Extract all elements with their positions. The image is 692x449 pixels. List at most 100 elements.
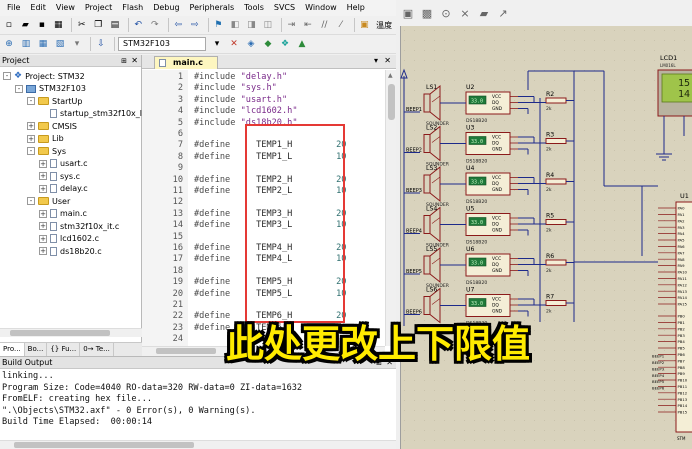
target-options-icon[interactable]: ✕: [227, 37, 241, 51]
tree-item[interactable]: - ❖ Project: STM32: [3, 70, 85, 82]
zoom-fit-icon[interactable]: ▩: [419, 5, 435, 21]
bookmark-prev-icon[interactable]: ◧: [228, 18, 242, 32]
tree-item[interactable]: + CMSIS: [27, 120, 77, 132]
tree-item[interactable]: + stm32f10x_it.c: [39, 220, 119, 232]
tree-item[interactable]: + delay.c: [39, 183, 88, 195]
menu-window[interactable]: Window: [300, 0, 342, 16]
build-hscroll[interactable]: [0, 440, 396, 449]
expand-icon[interactable]: +: [27, 134, 35, 143]
mcu-pin-label: PA7: [678, 250, 686, 255]
tree-item[interactable]: - STM32F103: [15, 83, 86, 95]
zoom-area-icon[interactable]: ▣: [400, 5, 416, 21]
panel-tab[interactable]: 0→ Te...: [80, 343, 114, 356]
find-in-files-icon[interactable]: ▣: [358, 18, 372, 32]
collapse-icon[interactable]: -: [27, 97, 35, 105]
stop-build-icon[interactable]: ▾: [70, 37, 84, 51]
save-all-icon[interactable]: ▦: [52, 18, 66, 32]
tree-item[interactable]: - User: [27, 195, 70, 207]
tree-item[interactable]: + Lib: [27, 133, 64, 145]
manage-components-icon[interactable]: ◆: [261, 37, 275, 51]
menu-debug[interactable]: Debug: [148, 0, 184, 16]
nav-forward-icon[interactable]: ⇨: [188, 18, 202, 32]
bookmark-icon[interactable]: ⚑: [212, 18, 226, 32]
close-icon[interactable]: ✕: [131, 55, 138, 67]
save-icon[interactable]: ▪: [35, 18, 49, 32]
build-icon[interactable]: ▥: [19, 37, 33, 51]
tree-item[interactable]: + lcd1602.c: [39, 233, 99, 245]
expand-icon[interactable]: +: [39, 172, 47, 180]
menu-svcs[interactable]: SVCS: [269, 0, 300, 16]
search-parts-icon[interactable]: ⊙: [438, 5, 454, 21]
undo-icon[interactable]: ↶: [132, 18, 146, 32]
menu-tools[interactable]: Tools: [239, 0, 269, 16]
wire-autorouter-icon[interactable]: ⨯: [457, 5, 473, 21]
editor-vscroll-thumb[interactable]: [388, 84, 395, 120]
expand-icon[interactable]: +: [39, 209, 47, 218]
tree-item[interactable]: startup_stm32f10x_l: [39, 108, 142, 120]
batch-build-icon[interactable]: ▧: [53, 37, 67, 51]
panel-tab[interactable]: Bo...: [25, 343, 48, 356]
schematic-canvas[interactable]: BEEP1LS1SOUNDERU233.0VCCDQGNDDS18B20R22k…: [396, 26, 692, 449]
tree-item[interactable]: + usart.c: [39, 158, 88, 170]
uncomment-icon[interactable]: ⁄: [334, 18, 348, 32]
target-dropdown-icon[interactable]: ▾: [210, 37, 224, 51]
expand-icon[interactable]: +: [39, 247, 47, 255]
unindent-icon[interactable]: ⇤: [301, 18, 315, 32]
collapse-icon[interactable]: -: [3, 72, 11, 80]
tab-list-icon[interactable]: ▾: [374, 56, 378, 65]
open-folder-icon[interactable]: ▰: [19, 18, 33, 32]
new-file-icon[interactable]: ▫: [2, 18, 16, 32]
menu-help[interactable]: Help: [342, 0, 370, 16]
rebuild-icon[interactable]: ▦: [36, 37, 50, 51]
tree-item[interactable]: + main.c: [39, 208, 87, 220]
download-icon[interactable]: ⇩: [94, 37, 108, 51]
menu-flash[interactable]: Flash: [117, 0, 148, 16]
expand-icon[interactable]: +: [39, 159, 47, 168]
comment-icon[interactable]: //: [318, 18, 332, 32]
expand-icon[interactable]: +: [39, 234, 47, 243]
tree-item[interactable]: + ds18b20.c: [39, 245, 102, 257]
panel-tab[interactable]: {} Fu...: [47, 343, 81, 356]
pack-installer-icon[interactable]: ❖: [278, 37, 292, 51]
target-select[interactable]: STM32F103: [118, 37, 206, 51]
menu-project[interactable]: Project: [80, 0, 117, 16]
file-extensions-icon[interactable]: ◈: [244, 37, 258, 51]
menu-view[interactable]: View: [51, 0, 80, 16]
pin-icon[interactable]: ⊞: [121, 55, 127, 67]
copy-icon[interactable]: ❐: [92, 18, 106, 32]
property-assign-icon[interactable]: ▰: [476, 5, 492, 21]
menu-file[interactable]: File: [2, 0, 25, 16]
collapse-icon[interactable]: -: [27, 147, 35, 155]
project-hscroll[interactable]: [0, 328, 142, 337]
tree-item[interactable]: - StartUp: [27, 95, 82, 107]
tree-item[interactable]: - Sys: [27, 145, 66, 157]
grid-dot: [464, 50, 465, 51]
bookmark-next-icon[interactable]: ◨: [245, 18, 259, 32]
tree-item[interactable]: + sys.c: [39, 170, 80, 182]
editor-vscroll[interactable]: ▲: [385, 70, 396, 346]
tab-label: main.c: [173, 58, 203, 67]
cut-icon[interactable]: ✂: [75, 18, 89, 32]
bookmark-clear-icon[interactable]: ◫: [261, 18, 275, 32]
panel-tab[interactable]: Pro...: [0, 343, 25, 356]
grid-dot: [424, 440, 425, 441]
tool-icon[interactable]: ↗: [495, 5, 511, 21]
paste-icon[interactable]: ▤: [108, 18, 122, 32]
redo-icon[interactable]: ↷: [148, 18, 162, 32]
menu-peripherals[interactable]: Peripherals: [185, 0, 240, 16]
close-tab-icon[interactable]: ✕: [384, 56, 391, 65]
code-area[interactable]: 1 #include "delay.h" 2 #include "sys.h" 3 #in…: [142, 70, 385, 346]
expand-icon[interactable]: +: [39, 222, 47, 230]
expand-icon[interactable]: +: [27, 122, 35, 130]
menu-edit[interactable]: Edit: [25, 0, 51, 16]
nav-back-icon[interactable]: ⇦: [172, 18, 186, 32]
translate-icon[interactable]: ⊕: [2, 37, 16, 51]
find-text[interactable]: 溫度: [376, 20, 392, 31]
tab-main-c[interactable]: main.c: [154, 56, 218, 69]
indent-icon[interactable]: ⇥: [285, 18, 299, 32]
collapse-icon[interactable]: -: [15, 84, 23, 93]
run-time-env-icon[interactable]: ▲: [295, 37, 309, 51]
collapse-icon[interactable]: -: [27, 197, 35, 205]
scroll-up-icon[interactable]: ▲: [388, 72, 393, 79]
expand-icon[interactable]: +: [39, 184, 47, 193]
